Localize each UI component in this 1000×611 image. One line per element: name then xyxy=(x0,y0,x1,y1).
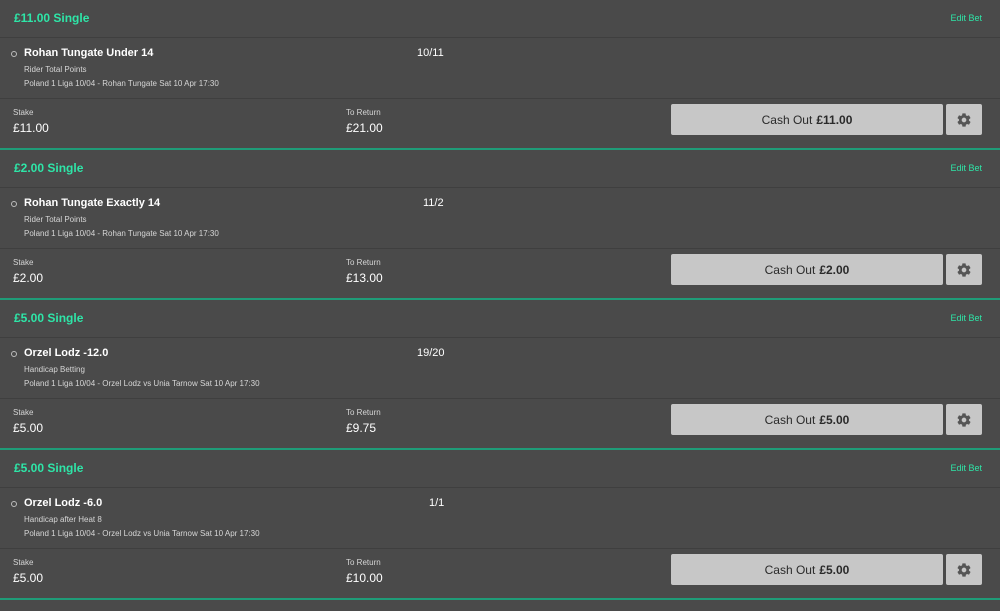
to-return-value: £21.00 xyxy=(346,121,383,135)
cash-out-amount: £2.00 xyxy=(819,262,850,277)
cash-out-settings-button[interactable] xyxy=(946,254,982,285)
edit-bet-link[interactable]: Edit Bet xyxy=(950,163,982,173)
gear-icon xyxy=(957,562,971,577)
stake-value: £5.00 xyxy=(13,421,44,435)
cash-out-amount: £5.00 xyxy=(819,412,850,427)
bet-title: £5.00 Single xyxy=(14,461,84,475)
bet-card: £11.00 Single Edit Bet Rohan Tungate Und… xyxy=(0,0,1000,150)
selection-odds: 19/20 xyxy=(417,347,445,359)
selection-odds: 11/2 xyxy=(423,197,444,209)
to-return-label: To Return xyxy=(346,558,381,567)
selection-event: Poland 1 Liga 10/04 - Rohan Tungate Sat … xyxy=(24,229,219,238)
radio-dot-icon xyxy=(11,351,17,357)
selection-event: Poland 1 Liga 10/04 - Orzel Lodz vs Unia… xyxy=(24,379,260,388)
selection-market: Handicap Betting xyxy=(24,365,85,374)
stake-label: Stake xyxy=(13,558,34,567)
bet-selection: Orzel Lodz -6.0 Handicap after Heat 8 Po… xyxy=(0,488,1000,549)
bet-selection: Orzel Lodz -12.0 Handicap Betting Poland… xyxy=(0,338,1000,399)
edit-bet-link[interactable]: Edit Bet xyxy=(950,463,982,473)
cash-out-button[interactable]: Cash Out £2.00 xyxy=(671,254,943,285)
selection-name: Rohan Tungate Under 14 xyxy=(24,47,154,59)
radio-dot-icon xyxy=(11,51,17,57)
to-return-value: £13.00 xyxy=(346,271,383,285)
bet-list: £11.00 Single Edit Bet Rohan Tungate Und… xyxy=(0,0,1000,600)
bet-header: £5.00 Single Edit Bet xyxy=(0,300,1000,338)
cash-out-label: Cash Out xyxy=(764,262,816,277)
selection-odds: 1/1 xyxy=(429,497,445,509)
stake-value: £5.00 xyxy=(13,571,44,585)
cash-out-button[interactable]: Cash Out £5.00 xyxy=(671,404,943,435)
cash-out-settings-button[interactable] xyxy=(946,404,982,435)
stake-label: Stake xyxy=(13,258,34,267)
bet-header: £2.00 Single Edit Bet xyxy=(0,150,1000,188)
bet-header: £5.00 Single Edit Bet xyxy=(0,450,1000,488)
stake-row: Stake £5.00 To Return £10.00 Cash Out £5… xyxy=(0,549,1000,598)
stake-row: Stake £11.00 To Return £21.00 Cash Out £… xyxy=(0,99,1000,148)
radio-dot-icon xyxy=(11,201,17,207)
bet-card: £2.00 Single Edit Bet Rohan Tungate Exac… xyxy=(0,150,1000,300)
radio-dot-icon xyxy=(11,501,17,507)
cash-out-amount: £11.00 xyxy=(816,112,853,127)
bet-selection: Rohan Tungate Exactly 14 Rider Total Poi… xyxy=(0,188,1000,249)
stake-value: £11.00 xyxy=(13,121,49,135)
gear-icon xyxy=(957,112,971,127)
bet-selection: Rohan Tungate Under 14 Rider Total Point… xyxy=(0,38,1000,99)
to-return-label: To Return xyxy=(346,408,381,417)
edit-bet-link[interactable]: Edit Bet xyxy=(950,313,982,323)
to-return-value: £10.00 xyxy=(346,571,383,585)
cash-out-button[interactable]: Cash Out £11.00 xyxy=(671,104,943,135)
bet-title: £5.00 Single xyxy=(14,311,84,325)
selection-name: Orzel Lodz -12.0 xyxy=(24,347,109,359)
edit-bet-link[interactable]: Edit Bet xyxy=(950,13,982,23)
selection-market: Handicap after Heat 8 xyxy=(24,515,102,524)
cash-out-label: Cash Out xyxy=(764,562,816,577)
bet-card: £5.00 Single Edit Bet Orzel Lodz -6.0 Ha… xyxy=(0,450,1000,600)
selection-market: Rider Total Points xyxy=(24,65,87,74)
gear-icon xyxy=(957,262,971,277)
stake-row: Stake £2.00 To Return £13.00 Cash Out £2… xyxy=(0,249,1000,298)
bet-card: £5.00 Single Edit Bet Orzel Lodz -12.0 H… xyxy=(0,300,1000,450)
selection-event: Poland 1 Liga 10/04 - Orzel Lodz vs Unia… xyxy=(24,529,260,538)
cash-out-settings-button[interactable] xyxy=(946,104,982,135)
stake-value: £2.00 xyxy=(13,271,44,285)
selection-odds: 10/11 xyxy=(417,47,444,59)
cash-out-button[interactable]: Cash Out £5.00 xyxy=(671,554,943,585)
to-return-value: £9.75 xyxy=(346,421,377,435)
selection-event: Poland 1 Liga 10/04 - Rohan Tungate Sat … xyxy=(24,79,219,88)
stake-label: Stake xyxy=(13,108,34,117)
cash-out-settings-button[interactable] xyxy=(946,554,982,585)
stake-label: Stake xyxy=(13,408,34,417)
selection-name: Rohan Tungate Exactly 14 xyxy=(24,197,161,209)
bet-title: £2.00 Single xyxy=(14,161,84,175)
to-return-label: To Return xyxy=(346,258,381,267)
selection-name: Orzel Lodz -6.0 xyxy=(24,497,103,509)
cash-out-label: Cash Out xyxy=(761,112,813,127)
bet-header: £11.00 Single Edit Bet xyxy=(0,0,1000,38)
cash-out-amount: £5.00 xyxy=(819,562,850,577)
bet-title: £11.00 Single xyxy=(14,11,90,25)
selection-market: Rider Total Points xyxy=(24,215,87,224)
stake-row: Stake £5.00 To Return £9.75 Cash Out £5.… xyxy=(0,399,1000,448)
cash-out-label: Cash Out xyxy=(764,412,816,427)
to-return-label: To Return xyxy=(346,108,381,117)
gear-icon xyxy=(957,412,971,427)
